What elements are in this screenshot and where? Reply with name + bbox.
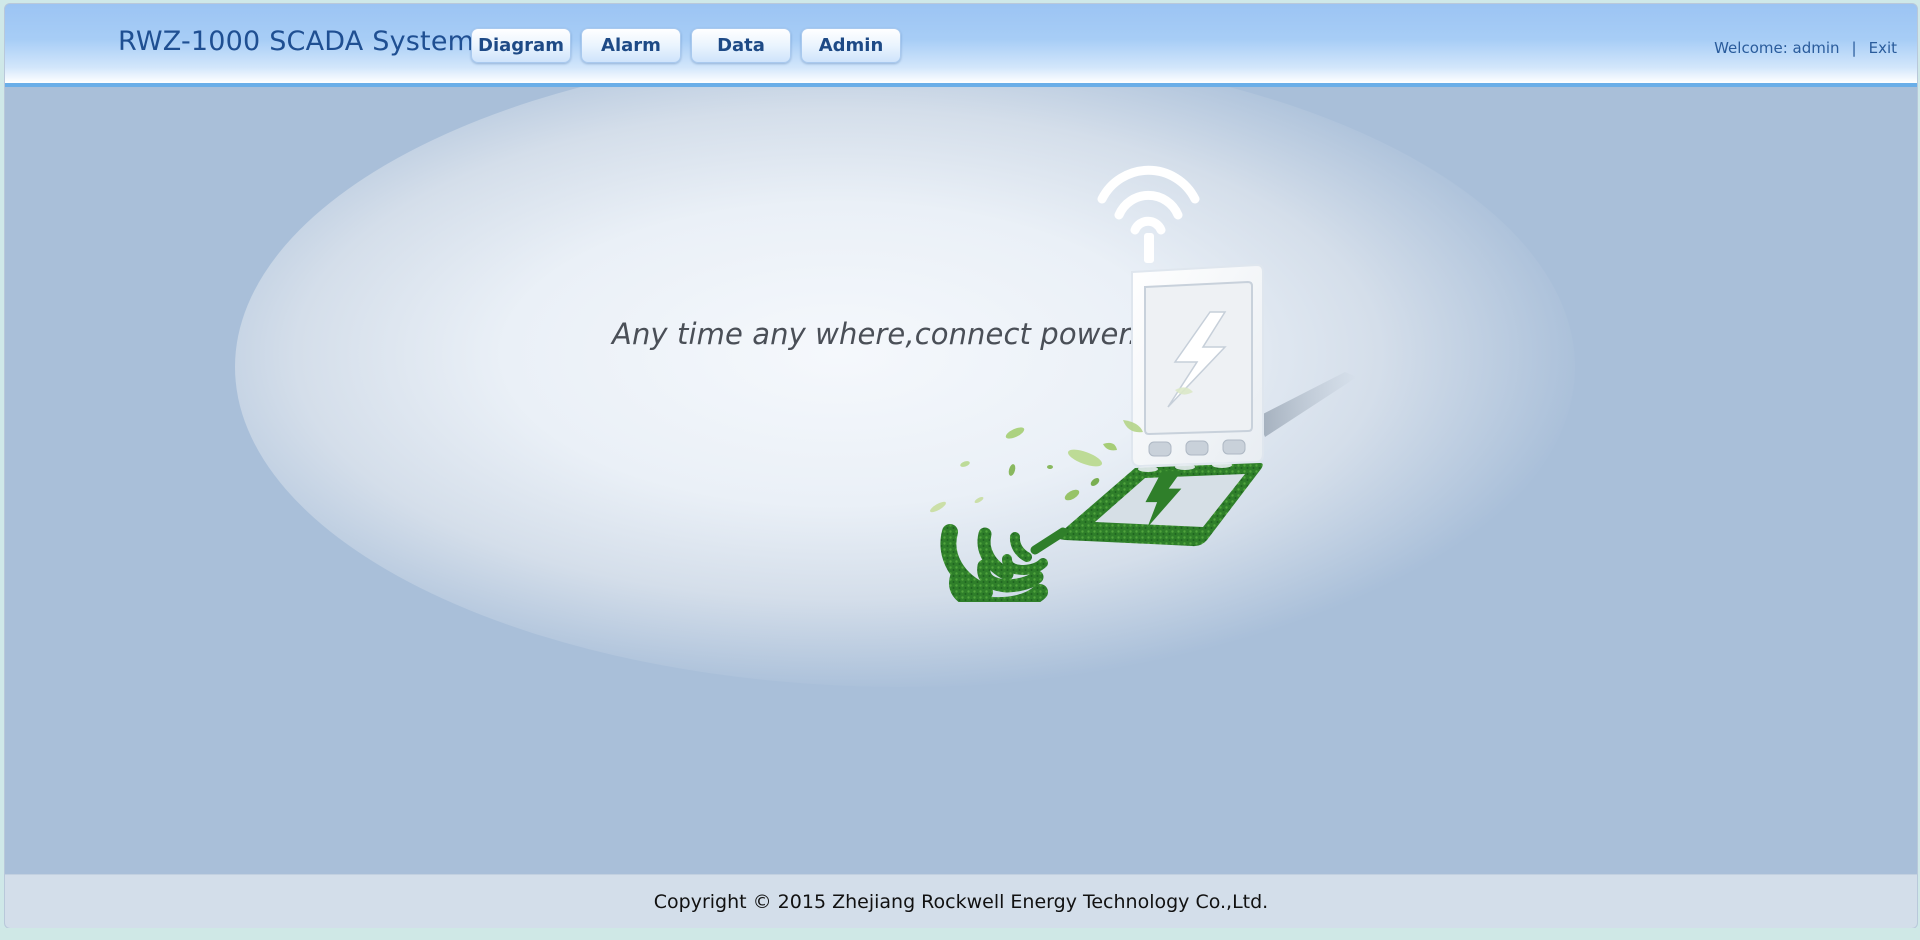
footer-bar: Copyright © 2015 Zhejiang Rockwell Energ… xyxy=(5,874,1917,928)
app-title: RWZ-1000 SCADA System xyxy=(118,26,475,57)
phone-buttons xyxy=(1148,439,1246,457)
app-window: RWZ-1000 SCADA System Diagram Alarm Data… xyxy=(4,3,1918,929)
header-bar: RWZ-1000 SCADA System Diagram Alarm Data… xyxy=(5,4,1917,87)
antenna xyxy=(1144,233,1154,263)
signal-waves-icon xyxy=(1097,165,1200,235)
window-bottom-strip xyxy=(0,928,1920,940)
main-content: Any time any where,connect power. xyxy=(5,87,1917,874)
nav-alarm-button[interactable]: Alarm xyxy=(581,28,681,63)
nav-admin-button[interactable]: Admin xyxy=(801,28,901,63)
exit-link[interactable]: Exit xyxy=(1869,39,1897,57)
user-area: Welcome: admin | Exit xyxy=(1714,39,1897,57)
copyright-text: Copyright © 2015 Zhejiang Rockwell Energ… xyxy=(653,891,1269,913)
grass-cable xyxy=(1030,527,1068,555)
welcome-label: Welcome: admin xyxy=(1714,39,1840,57)
phone-charging-icon xyxy=(930,165,1357,602)
nav-data-button[interactable]: Data xyxy=(691,28,791,63)
phone-shadow xyxy=(1257,372,1357,437)
separator: | xyxy=(1851,39,1857,57)
nav-diagram-button[interactable]: Diagram xyxy=(471,28,571,63)
main-nav: Diagram Alarm Data Admin xyxy=(471,28,901,63)
